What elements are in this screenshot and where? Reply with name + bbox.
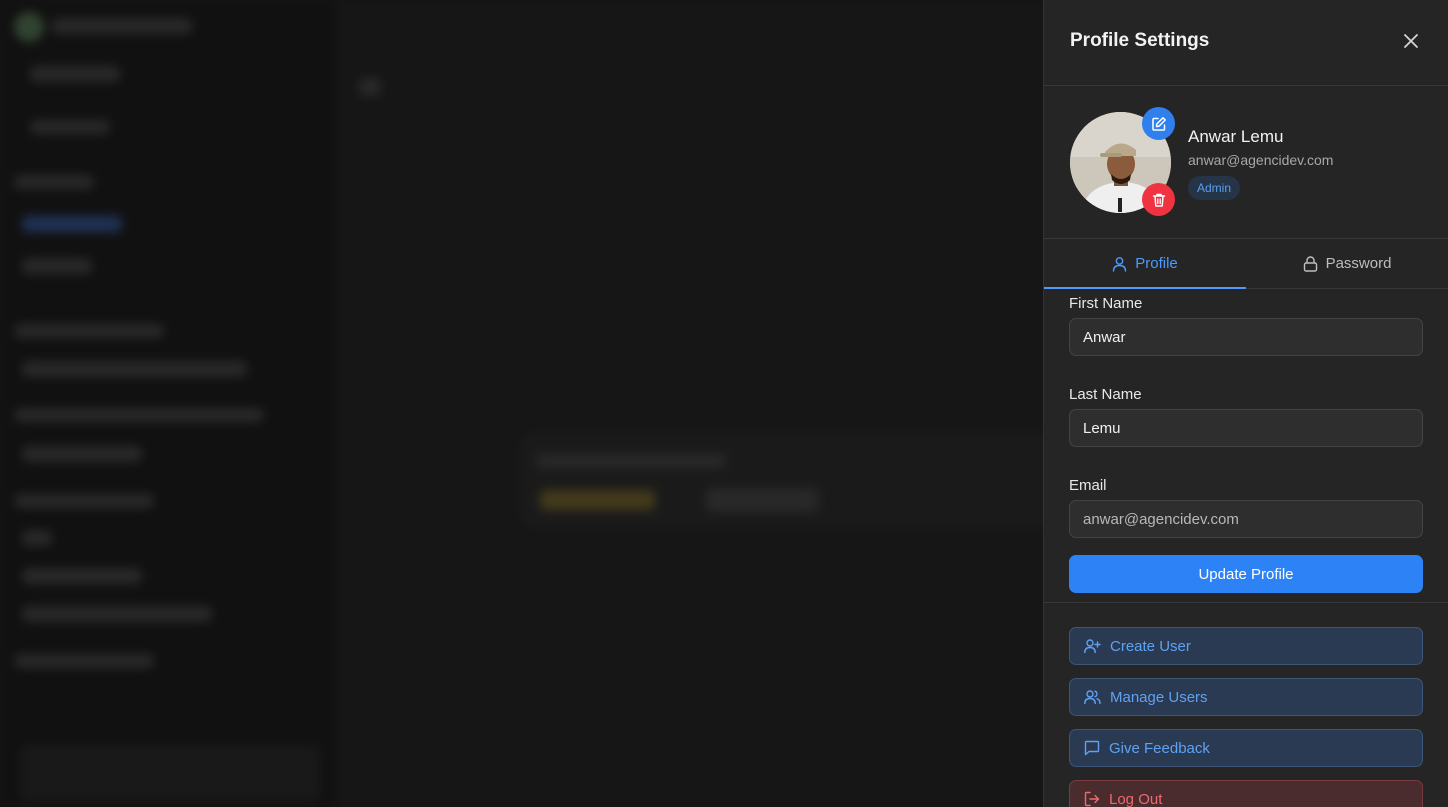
close-icon [1404,33,1418,48]
lock-icon [1303,255,1317,272]
email-label: Email [1069,477,1107,494]
create-user-label: Create User [1110,637,1191,655]
email-field: Email [1069,477,1423,538]
user-icon [1113,256,1127,272]
settings-tabs: Profile Password [1044,239,1448,289]
edit-icon [1151,116,1166,131]
user-plus-icon [1084,639,1101,654]
role-badge: Admin [1188,176,1241,200]
delete-avatar-button[interactable] [1142,183,1175,216]
edit-avatar-button[interactable] [1142,107,1175,140]
last-name-label: Last Name [1069,386,1142,403]
create-user-button[interactable]: Create User [1069,627,1423,665]
panel-title: Profile Settings [1070,29,1210,51]
user-name: Anwar Lemu [1188,127,1284,146]
user-email: anwar@agencidev.com [1188,152,1334,168]
first-name-field: First Name [1069,295,1423,356]
profile-settings-panel: Profile Settings Anwar Lemu anwar@agenci… [1043,0,1448,807]
tab-profile-label: Profile [1135,255,1178,272]
give-feedback-label: Give Feedback [1109,739,1210,757]
first-name-label: First Name [1069,295,1143,312]
manage-users-button[interactable]: Manage Users [1069,678,1423,716]
log-out-icon [1084,791,1100,807]
update-profile-button[interactable]: Update Profile [1069,555,1423,593]
users-icon [1084,690,1101,705]
background-sidebar [0,0,335,807]
email-input[interactable] [1069,500,1423,538]
user-card: Anwar Lemu anwar@agencidev.com Admin [1044,86,1448,239]
log-out-label: Log Out [1109,790,1163,807]
first-name-input[interactable] [1069,318,1423,356]
message-square-icon [1084,740,1100,756]
give-feedback-button[interactable]: Give Feedback [1069,729,1423,767]
tab-password-label: Password [1325,255,1392,272]
close-button[interactable] [1399,29,1423,53]
last-name-field: Last Name [1069,386,1423,447]
last-name-input[interactable] [1069,409,1423,447]
manage-users-label: Manage Users [1110,688,1208,706]
panel-header: Profile Settings [1044,0,1448,86]
tab-profile[interactable]: Profile [1044,239,1246,289]
app-stage: Profile Settings Anwar Lemu anwar@agenci… [0,0,1448,807]
trash-icon [1152,193,1165,207]
tab-password[interactable]: Password [1246,239,1448,288]
profile-form: First Name Last Name Email Update Profil… [1044,289,1448,593]
background-card [520,432,1080,528]
account-actions: Create User Manage Users Give Feedback L… [1044,602,1448,807]
log-out-button[interactable]: Log Out [1069,780,1423,807]
